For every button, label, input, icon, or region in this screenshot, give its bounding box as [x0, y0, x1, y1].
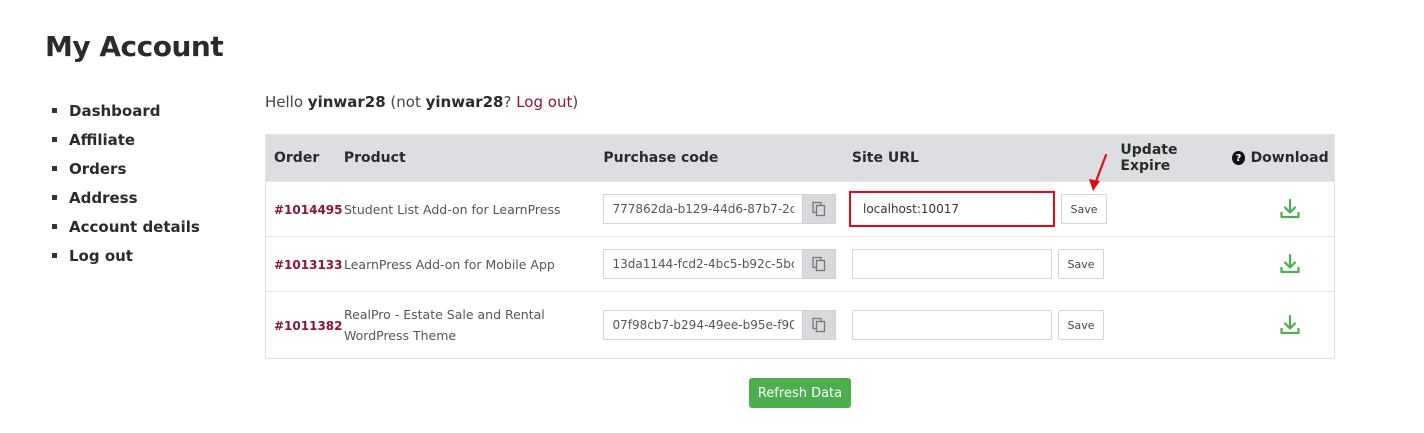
save-button[interactable]: Save	[1057, 310, 1104, 340]
download-icon[interactable]	[1279, 314, 1301, 336]
purchase-code-field[interactable]	[603, 310, 803, 340]
nav-item-log-out[interactable]: Log out	[52, 241, 200, 270]
download-cell	[1245, 314, 1334, 336]
nav-item-label: Dashboard	[69, 101, 161, 120]
table-row: #1011382 RealPro - Estate Sale and Renta…	[266, 291, 1334, 358]
bullet	[52, 166, 57, 171]
purchase-code-cell	[593, 249, 842, 279]
purchase-code-group	[603, 310, 837, 340]
copy-icon	[812, 317, 826, 333]
bullet	[52, 108, 57, 113]
site-url-cell: Save	[842, 191, 1110, 227]
site-url-cell: Save	[842, 310, 1110, 340]
download-icon[interactable]	[1279, 253, 1301, 275]
download-cell	[1245, 198, 1334, 220]
question-circle-icon[interactable]: ?	[1231, 151, 1246, 165]
nav-item-account-details[interactable]: Account details	[52, 212, 200, 241]
bullet	[52, 137, 57, 142]
table-header: Order Product Purchase code Site URL Upd…	[266, 135, 1334, 181]
site-url-input[interactable]	[851, 310, 1052, 340]
bullet	[52, 224, 57, 229]
order-cell: #1011382	[266, 318, 343, 333]
nav-item-label: Orders	[69, 159, 127, 178]
copy-icon	[812, 201, 826, 217]
header-download: Download	[1250, 150, 1329, 166]
header-site-url: Site URL	[851, 150, 919, 166]
site-url-highlight	[848, 191, 1055, 227]
greeting-username: yinwar28	[307, 93, 386, 111]
nav-item-label: Address	[69, 188, 138, 207]
product-cell: Student List Add-on for LearnPress	[344, 201, 561, 217]
purchase-code-group	[603, 249, 837, 279]
header-product: Product	[343, 149, 406, 166]
copy-icon	[812, 256, 826, 272]
order-link[interactable]: #1011382	[274, 319, 343, 333]
save-button[interactable]: Save	[1060, 194, 1107, 224]
copy-button[interactable]	[802, 249, 837, 279]
nav-item-address[interactable]: Address	[52, 183, 200, 212]
purchase-code-field[interactable]	[603, 249, 803, 279]
site-url-input[interactable]	[851, 194, 1052, 224]
annotation-arrow-icon	[1089, 153, 1108, 191]
site-url-input[interactable]	[851, 249, 1052, 279]
purchase-code-cell	[593, 310, 842, 340]
greeting-hello: Hello	[265, 93, 308, 111]
order-link[interactable]: #1013133	[274, 258, 343, 272]
page-title: My Account	[45, 30, 224, 63]
header-update-expire: Update Expire?	[1110, 142, 1246, 174]
download-icon[interactable]	[1279, 198, 1301, 220]
bullet	[52, 253, 57, 258]
nav-item-orders[interactable]: Orders	[52, 154, 200, 183]
greeting-close: )	[572, 93, 579, 111]
order-link[interactable]: #1014495	[274, 203, 343, 217]
greeting-text: Hello yinwar28 (not yinwar28? Log out)	[265, 93, 578, 111]
copy-button[interactable]	[802, 194, 837, 224]
greeting-question: ?	[503, 93, 517, 111]
nav-item-dashboard[interactable]: Dashboard	[52, 96, 200, 125]
site-url-cell: Save	[842, 249, 1110, 279]
account-nav: Dashboard Affiliate Orders Address Accou…	[52, 96, 200, 270]
header-purchase-code: Purchase code	[603, 150, 719, 166]
order-cell: #1013133	[266, 257, 343, 272]
greeting-username-2: yinwar28	[425, 93, 504, 111]
header-update-expire-label: Update Expire	[1120, 142, 1178, 174]
table-row: #1013133 LearnPress Add-on for Mobile Ap…	[266, 236, 1334, 291]
orders-table: Order Product Purchase code Site URL Upd…	[265, 134, 1335, 359]
refresh-data-button[interactable]: Refresh Data	[749, 378, 851, 408]
bullet	[52, 195, 57, 200]
greeting-logout-link[interactable]: Log out	[516, 93, 572, 111]
download-cell	[1245, 253, 1334, 275]
greeting-not: (not	[385, 93, 426, 111]
product-cell: RealPro - Estate Sale and Rental WordPre…	[344, 307, 545, 343]
purchase-code-cell	[593, 194, 842, 224]
product-cell: LearnPress Add-on for Mobile App	[344, 256, 555, 272]
order-cell: #1014495	[266, 202, 343, 217]
save-button[interactable]: Save	[1057, 249, 1104, 279]
nav-item-label: Log out	[69, 246, 133, 265]
copy-button[interactable]	[802, 310, 837, 340]
nav-item-label: Affiliate	[69, 130, 136, 149]
nav-item-affiliate[interactable]: Affiliate	[52, 125, 200, 154]
purchase-code-field[interactable]	[603, 194, 803, 224]
purchase-code-group	[603, 194, 837, 224]
nav-item-label: Account details	[69, 217, 200, 236]
header-order: Order	[274, 150, 320, 166]
table-row: #1014495 Student List Add-on for LearnPr…	[266, 181, 1334, 236]
